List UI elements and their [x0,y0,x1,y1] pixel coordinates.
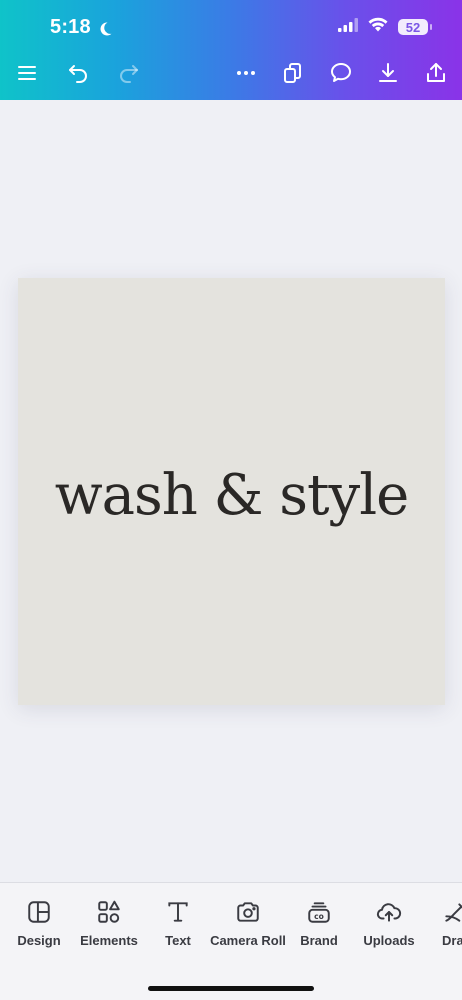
bottom-nav: Design Elements Text Camera Roll co Bran… [0,882,462,1000]
nav-item-elements[interactable]: Elements [69,899,149,948]
more-horizontal-icon[interactable] [231,58,261,88]
redo-icon[interactable] [114,58,144,88]
nav-label: Draw [442,933,462,948]
nav-item-camera-roll[interactable]: Camera Roll [208,899,288,948]
nav-item-design[interactable]: Design [0,899,79,948]
nav-label: Brand [300,933,338,948]
nav-label: Text [165,933,191,948]
nav-item-text[interactable]: Text [138,899,218,948]
time-label: 5:18 [50,16,91,38]
top-bar: 5:18 52 [0,0,462,100]
camera-icon [237,902,259,922]
share-icon[interactable] [421,58,451,88]
upload-cloud-icon [376,903,402,922]
nav-item-draw[interactable]: Draw [420,899,462,948]
editor-canvas[interactable]: wash & style [0,100,462,882]
nav-item-brand[interactable]: co Brand [279,899,359,948]
draw-icon [445,903,462,922]
comment-icon[interactable] [326,58,356,88]
nav-label: Design [17,933,61,948]
battery-level: 52 [405,19,421,35]
home-indicator [148,986,314,991]
nav-label: Camera Roll [210,933,286,948]
download-icon[interactable] [373,58,403,88]
design-text[interactable]: wash & style [55,463,410,528]
hamburger-icon[interactable] [12,58,42,88]
nav-label: Uploads [363,933,415,948]
undo-icon[interactable] [63,58,93,88]
nav-label: Elements [80,933,138,948]
signal-icon [338,17,358,37]
battery-icon: 52 [398,19,432,35]
svg-text:co: co [314,912,324,921]
pages-icon[interactable] [278,58,308,88]
moon-icon [97,20,113,36]
status-time: 5:18 [50,16,113,39]
nav-item-uploads[interactable]: Uploads [349,899,429,948]
brand-icon: co [308,902,330,923]
wifi-icon [368,17,388,37]
shapes-icon [98,900,120,923]
text-icon [168,902,188,922]
status-right: 52 [338,17,432,37]
status-bar: 5:18 52 [0,0,462,54]
layout-icon [28,901,50,923]
editor-toolbar [0,54,462,94]
design-page[interactable]: wash & style [18,278,445,705]
